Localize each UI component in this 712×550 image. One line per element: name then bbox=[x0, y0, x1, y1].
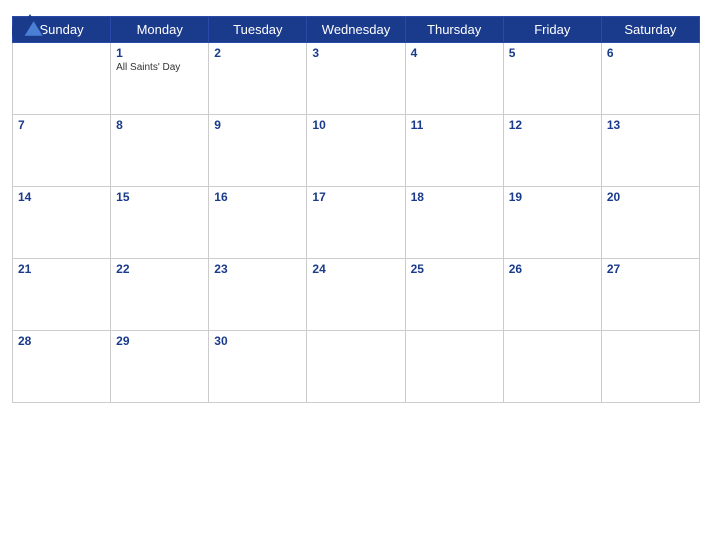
calendar-cell: 1 All Saints' Day bbox=[111, 43, 209, 115]
calendar-cell: 3 bbox=[307, 43, 405, 115]
calendar-cell bbox=[307, 331, 405, 403]
calendar-cell: 15 bbox=[111, 187, 209, 259]
calendar-cell: 13 bbox=[601, 115, 699, 187]
date-number: 12 bbox=[509, 118, 596, 132]
date-number: 21 bbox=[18, 262, 105, 276]
calendar-cell: 5 bbox=[503, 43, 601, 115]
date-number: 15 bbox=[116, 190, 203, 204]
date-number: 1 bbox=[116, 46, 203, 60]
calendar-cell: 2 bbox=[209, 43, 307, 115]
day-header-thursday: Thursday bbox=[405, 17, 503, 43]
calendar-cell bbox=[503, 331, 601, 403]
calendar-cell: 19 bbox=[503, 187, 601, 259]
calendar-cell: 25 bbox=[405, 259, 503, 331]
calendar-table: Sunday Monday Tuesday Wednesday Thursday… bbox=[12, 16, 700, 403]
date-number: 13 bbox=[607, 118, 694, 132]
calendar-cell: 22 bbox=[111, 259, 209, 331]
date-number: 30 bbox=[214, 334, 301, 348]
date-number: 25 bbox=[411, 262, 498, 276]
date-number: 26 bbox=[509, 262, 596, 276]
event-text: All Saints' Day bbox=[116, 62, 203, 73]
date-number: 29 bbox=[116, 334, 203, 348]
calendar-cell: 16 bbox=[209, 187, 307, 259]
date-number: 7 bbox=[18, 118, 105, 132]
date-number: 14 bbox=[18, 190, 105, 204]
date-number: 17 bbox=[312, 190, 399, 204]
calendar-cell: 30 bbox=[209, 331, 307, 403]
calendar-cell: 11 bbox=[405, 115, 503, 187]
calendar-week-row: 21 22 23 24 25 26 27 bbox=[13, 259, 700, 331]
day-header-tuesday: Tuesday bbox=[209, 17, 307, 43]
date-number: 8 bbox=[116, 118, 203, 132]
date-number: 5 bbox=[509, 46, 596, 60]
calendar-cell: 12 bbox=[503, 115, 601, 187]
date-number: 16 bbox=[214, 190, 301, 204]
date-number: 24 bbox=[312, 262, 399, 276]
calendar-cell: 6 bbox=[601, 43, 699, 115]
calendar-cell: 28 bbox=[13, 331, 111, 403]
date-number: 28 bbox=[18, 334, 105, 348]
date-number: 20 bbox=[607, 190, 694, 204]
date-number: 4 bbox=[411, 46, 498, 60]
day-header-saturday: Saturday bbox=[601, 17, 699, 43]
calendar-cell: 21 bbox=[13, 259, 111, 331]
calendar-cell: 26 bbox=[503, 259, 601, 331]
calendar-cell: 29 bbox=[111, 331, 209, 403]
calendar-cell: 17 bbox=[307, 187, 405, 259]
calendar-week-row: 1 All Saints' Day 23456 bbox=[13, 43, 700, 115]
calendar-cell: 20 bbox=[601, 187, 699, 259]
date-number: 3 bbox=[312, 46, 399, 60]
date-number: 27 bbox=[607, 262, 694, 276]
calendar-week-row: 789 10 11 12 13 bbox=[13, 115, 700, 187]
calendar-cell bbox=[601, 331, 699, 403]
calendar-cell: 8 bbox=[111, 115, 209, 187]
calendar-cell: 9 bbox=[209, 115, 307, 187]
day-header-friday: Friday bbox=[503, 17, 601, 43]
date-number: 6 bbox=[607, 46, 694, 60]
date-number: 18 bbox=[411, 190, 498, 204]
date-number: 2 bbox=[214, 46, 301, 60]
calendar-cell: 4 bbox=[405, 43, 503, 115]
logo bbox=[12, 10, 48, 38]
calendar-cell bbox=[405, 331, 503, 403]
calendar-cell: 10 bbox=[307, 115, 405, 187]
date-number: 22 bbox=[116, 262, 203, 276]
date-number: 10 bbox=[312, 118, 399, 132]
calendar-cell: 27 bbox=[601, 259, 699, 331]
calendar-cell: 24 bbox=[307, 259, 405, 331]
date-number: 23 bbox=[214, 262, 301, 276]
days-header-row: Sunday Monday Tuesday Wednesday Thursday… bbox=[13, 17, 700, 43]
calendar-cell: 23 bbox=[209, 259, 307, 331]
date-number: 19 bbox=[509, 190, 596, 204]
calendar-cell: 7 bbox=[13, 115, 111, 187]
calendar-week-row: 14 15 16 17 18 19 20 bbox=[13, 187, 700, 259]
day-header-monday: Monday bbox=[111, 17, 209, 43]
calendar-week-row: 28 29 30 bbox=[13, 331, 700, 403]
calendar-cell: 14 bbox=[13, 187, 111, 259]
calendar-container: Sunday Monday Tuesday Wednesday Thursday… bbox=[0, 0, 712, 550]
date-number: 9 bbox=[214, 118, 301, 132]
day-header-wednesday: Wednesday bbox=[307, 17, 405, 43]
calendar-cell: 18 bbox=[405, 187, 503, 259]
calendar-cell bbox=[13, 43, 111, 115]
date-number: 11 bbox=[411, 118, 498, 132]
